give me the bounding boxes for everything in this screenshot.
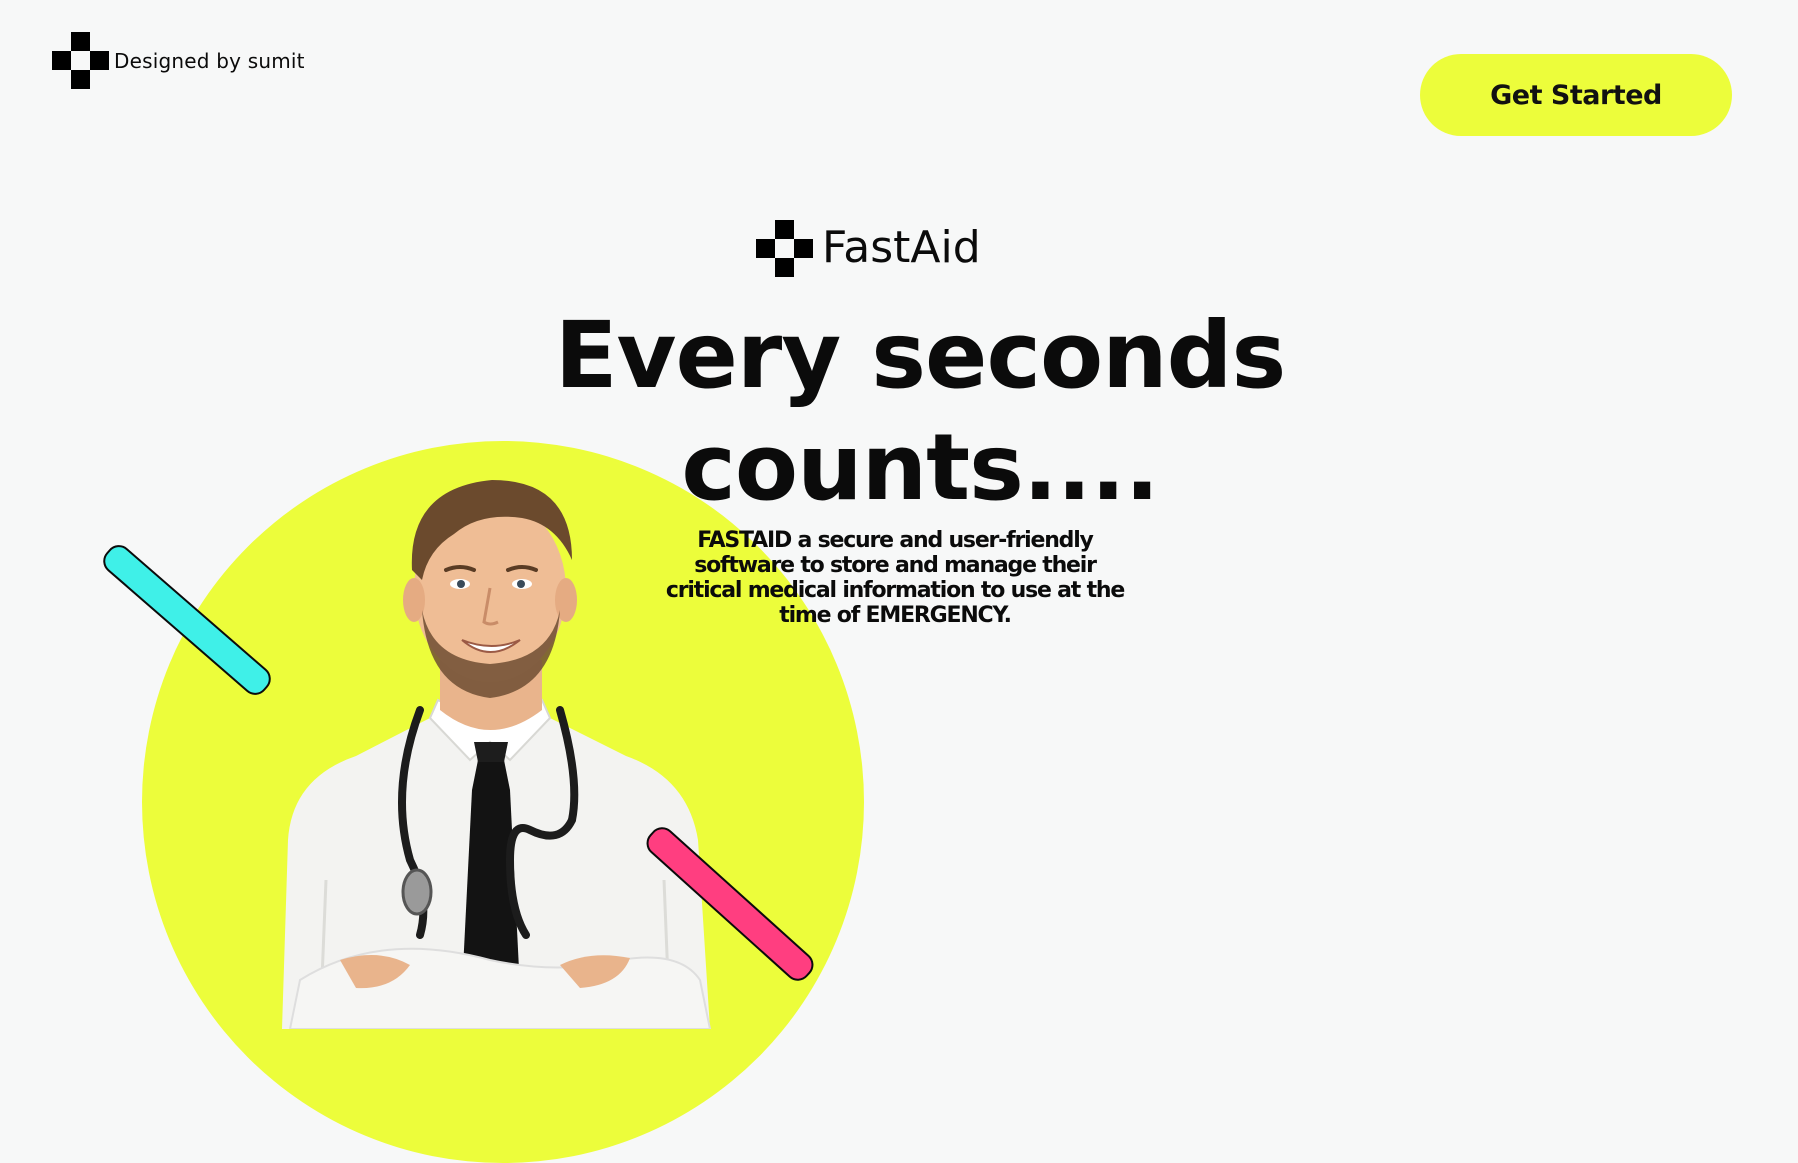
brand-logo: FastAid <box>756 220 1016 280</box>
hero-title: Every seconds counts.... <box>540 300 1300 524</box>
brand-name: FastAid <box>822 222 981 273</box>
cross-logo-icon <box>52 32 109 89</box>
designer-credit: Designed by sumit <box>52 32 352 92</box>
cross-logo-icon <box>756 220 813 277</box>
hero-description: FASTAID a secure and user-friendly softw… <box>665 528 1125 628</box>
get-started-button[interactable]: Get Started <box>1420 54 1732 136</box>
hero-title-line-1: Every seconds <box>554 302 1287 409</box>
hero-title-line-2: counts.... <box>681 414 1159 521</box>
designer-credit-text: Designed by sumit <box>114 49 305 73</box>
